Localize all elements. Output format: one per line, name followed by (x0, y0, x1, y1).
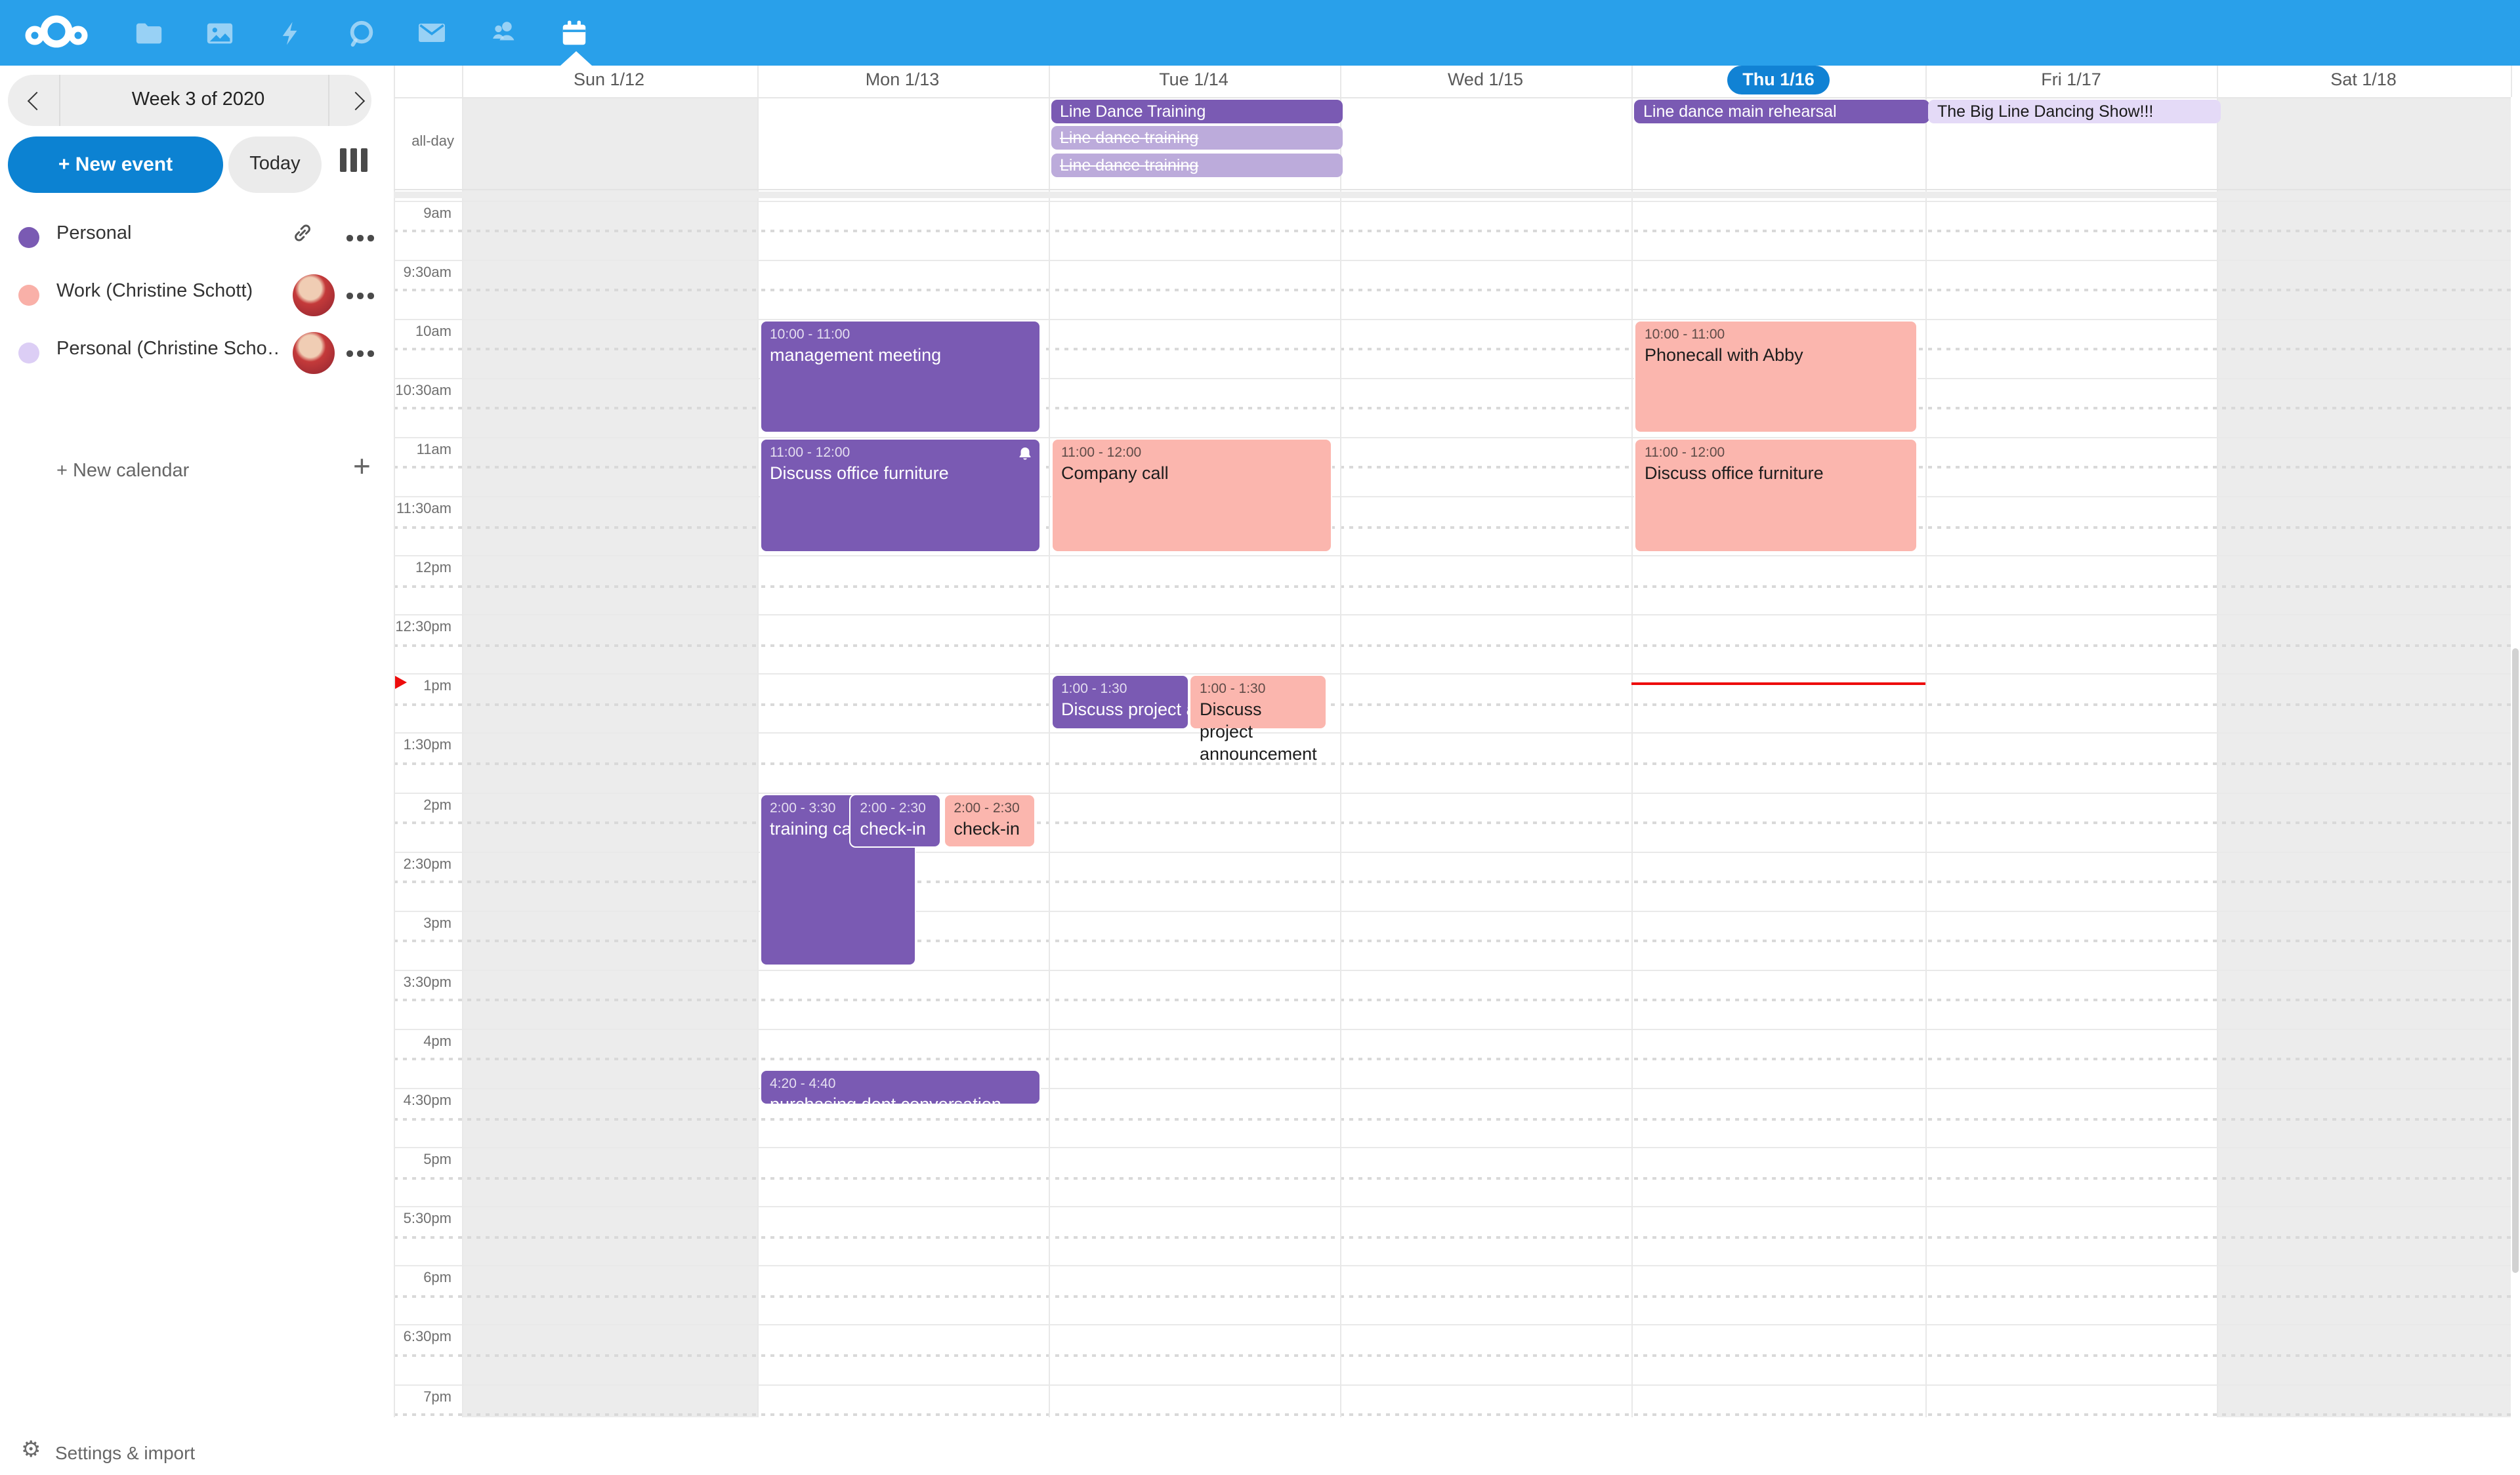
calendar-list-item[interactable]: Work (Christine Schott) (0, 266, 394, 324)
calendar-event[interactable]: 1:00 - 1:30Discuss project announcement (1189, 675, 1327, 730)
app-menu (113, 0, 609, 66)
calendar-actions-menu-icon[interactable] (346, 234, 381, 241)
nextcloud-logo[interactable] (25, 12, 88, 54)
calendar-name: Personal (56, 223, 280, 244)
day-column-header[interactable]: Sat 1/18 (2217, 66, 2510, 97)
time-axis-label: 4:30pm (394, 1093, 452, 1109)
settings-and-import[interactable]: ⚙ Settings & import (0, 1436, 394, 1475)
calendar-color-dot[interactable] (18, 285, 39, 306)
contacts-app-icon[interactable] (467, 0, 538, 66)
time-axis-label: 1:30pm (394, 738, 452, 754)
calendar-week-view: 9am 9:30am 10am 10:30am 11am 11:30am 12pm 12:30… (394, 66, 2520, 1417)
new-calendar-item[interactable]: + New calendar + (0, 446, 394, 504)
calendar-color-dot[interactable] (18, 343, 39, 364)
day-column-header[interactable]: Tue 1/14 (1048, 66, 1339, 97)
calendar-actions-menu-icon[interactable] (346, 291, 381, 299)
calendar-name: Personal (Christine Scho… (56, 339, 280, 360)
all-day-event[interactable]: Line Dance Training (1051, 99, 1343, 123)
time-axis-label: 4pm (394, 1034, 452, 1050)
calendar-list-item[interactable]: Personal (0, 209, 394, 266)
time-axis-label: 11:30am (394, 501, 452, 517)
time-axis-label: 9:30am (394, 264, 452, 280)
all-day-event[interactable]: Line dance training (1051, 126, 1343, 150)
day-column-header[interactable]: Thu 1/16 (1631, 66, 1925, 97)
time-axis-label: 2:30pm (394, 856, 452, 872)
calendar-event[interactable]: 4:20 - 4:40purchasing dept conversation (759, 1070, 1040, 1104)
time-axis-label: 12pm (394, 560, 452, 576)
calendar-event[interactable]: 11:00 - 12:00Discuss office furniture (1634, 438, 1918, 552)
day-column-header[interactable]: Fri 1/17 (1925, 66, 2217, 97)
calendar-list-item[interactable]: Personal (Christine Scho… (0, 324, 394, 382)
calendar-event[interactable]: 10:00 - 11:00Phonecall with Abby (1634, 320, 1918, 433)
time-axis-label: 10:30am (394, 383, 452, 399)
today-date-pill[interactable]: Thu 1/16 (1727, 66, 1830, 94)
time-axis-label: 2pm (394, 797, 452, 813)
previous-week-icon[interactable] (28, 92, 46, 110)
time-axis-label: 9am (394, 205, 452, 221)
calendar-event[interactable]: 2:00 - 2:30check-in (849, 793, 941, 848)
share-link-icon[interactable] (291, 222, 314, 251)
next-week-icon[interactable] (346, 92, 365, 110)
activity-app-icon[interactable] (255, 0, 326, 66)
scrollbar-thumb[interactable] (2511, 648, 2519, 1273)
time-axis-label: 6:30pm (394, 1330, 452, 1346)
nextcloud-calendar-app: Week 3 of 2020 + New event Today Persona… (0, 0, 2520, 1417)
gear-icon: ⚙ (21, 1437, 41, 1463)
time-axis-label: 10am (394, 323, 452, 339)
new-event-button[interactable]: + New event (8, 136, 223, 193)
calendar-color-dot[interactable] (18, 227, 39, 248)
day-column-header[interactable]: Sun 1/12 (461, 66, 757, 97)
weekend-column-shading (461, 97, 757, 1417)
day-column-header[interactable]: Mon 1/13 (757, 66, 1048, 97)
photos-app-icon[interactable] (184, 0, 255, 66)
time-axis-label: 7pm (394, 1389, 452, 1405)
time-axis-label: 3:30pm (394, 975, 452, 991)
time-axis-label: 6pm (394, 1271, 452, 1287)
week-switcher: Week 3 of 2020 (8, 75, 371, 126)
calendar-name: Work (Christine Schott) (56, 281, 280, 302)
files-app-icon[interactable] (113, 0, 184, 66)
all-day-event[interactable]: Line dance training (1051, 153, 1343, 177)
time-axis-label: 3pm (394, 915, 452, 931)
mail-app-icon[interactable] (396, 0, 467, 66)
calendar-event[interactable]: 10:00 - 11:00management meeting (759, 320, 1040, 433)
scrollbar-track (2510, 97, 2520, 1417)
calendar-event[interactable]: 11:00 - 12:00Discuss office furniture (759, 438, 1040, 552)
all-day-event[interactable]: Line dance main rehearsal (1634, 99, 1929, 123)
week-range-label[interactable]: Week 3 of 2020 (67, 75, 329, 126)
calendar-event[interactable]: 1:00 - 1:30Discuss project announcement (1051, 675, 1189, 730)
time-axis-label: 5pm (394, 1152, 452, 1168)
today-button[interactable]: Today (228, 136, 322, 193)
weekend-column-shading (2217, 97, 2510, 1417)
current-time-arrow-icon (395, 676, 407, 689)
calendar-owner-avatar (293, 332, 335, 374)
current-time-line (1631, 682, 1925, 684)
all-day-event[interactable]: The Big Line Dancing Show!!! (1928, 99, 2220, 123)
topbar (0, 0, 2520, 66)
reminder-bell-icon (1017, 445, 1032, 468)
all-day-label: all-day (394, 134, 454, 150)
week-view-toggle-icon[interactable] (340, 148, 369, 172)
plus-icon: + (353, 449, 371, 484)
day-column-header[interactable]: Wed 1/15 (1339, 66, 1631, 97)
calendar-owner-avatar (293, 274, 335, 316)
calendar-event[interactable]: 2:00 - 2:30check-in (943, 793, 1036, 848)
time-axis-label: 12:30pm (394, 619, 452, 635)
calendar-actions-menu-icon[interactable] (346, 349, 381, 357)
talk-app-icon[interactable] (326, 0, 396, 66)
calendar-event[interactable]: 11:00 - 12:00Company call (1051, 438, 1332, 552)
time-axis-label: 5:30pm (394, 1211, 452, 1227)
time-axis-label: 11am (394, 442, 452, 458)
active-app-pointer (560, 51, 592, 66)
sidebar: Week 3 of 2020 + New event Today Persona… (0, 66, 394, 1417)
